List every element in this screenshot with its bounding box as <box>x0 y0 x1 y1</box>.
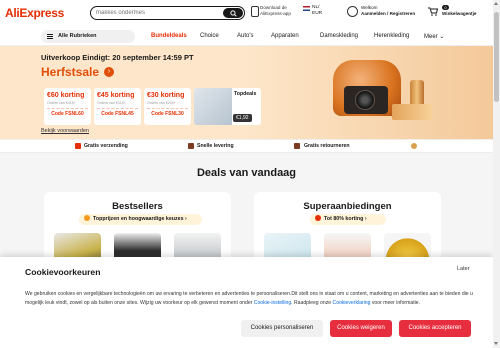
scrollbar-thumb[interactable] <box>494 12 499 102</box>
scroll-down-arrow-icon[interactable] <box>494 342 498 345</box>
cookie-text-3: . Raadpleeg onze <box>291 299 332 306</box>
download-app-link[interactable]: Download de AliExpress-app <box>260 5 291 17</box>
nav-item-bundeldeals[interactable]: Bundeldeals <box>151 33 187 39</box>
all-categories-button[interactable]: Alle Rubrieken <box>41 30 135 43</box>
coupon-card[interactable]: €45 korting Orders van €315+ Code FSNL45 <box>94 88 141 125</box>
coupon-code: Code FSNL60 <box>51 111 84 117</box>
cookies-reject-button[interactable]: Cookies weigeren <box>330 320 392 337</box>
language-currency-selector[interactable]: NL/ EUR <box>303 5 323 17</box>
return-icon <box>294 143 300 149</box>
thumbs-up-icon <box>84 215 90 221</box>
coupon-divider <box>97 108 138 109</box>
search-icon <box>229 9 237 17</box>
superdeals-pill[interactable]: Tot 80% korting › <box>310 214 386 225</box>
coupon-amount: €30 korting <box>147 92 185 99</box>
camera-lens-image <box>355 90 375 110</box>
coupon-amount: €45 korting <box>97 92 135 99</box>
lightning-icon <box>188 143 194 149</box>
nav-item-dameskleding[interactable]: Dameskleding <box>320 33 358 39</box>
cart-count-badge: 0 <box>442 5 449 10</box>
coupon-minimum: Orders van €315+ <box>97 101 126 105</box>
fast-delivery-label: Snelle levering <box>197 143 234 149</box>
bestsellers-pill[interactable]: Topprijzen en hoogwaardige keuzes › <box>79 214 202 225</box>
coupon-card[interactable]: €60 korting Orders van €415+ Code FSNL60 <box>44 88 91 125</box>
account-link[interactable]: Welkom Aanmelden / Registreren <box>361 5 415 17</box>
coupon-code: Code FSNL45 <box>101 111 134 117</box>
menu-icon <box>47 34 53 39</box>
chevron-down-icon: ⌄ <box>439 34 445 40</box>
superdeals-pill-label: Tot 80% korting <box>324 216 364 222</box>
gold-blocks-image <box>392 104 432 120</box>
chevron-right-icon: › <box>185 216 187 222</box>
arrow-right-icon[interactable]: › <box>104 67 114 77</box>
superdeals-title: Superaanbiedingen <box>303 201 392 212</box>
cookie-banner-title: Cookievoorkeuren <box>25 267 101 277</box>
benefits-strip <box>0 139 493 153</box>
nav-item-autos[interactable]: Auto's <box>237 33 254 39</box>
truck-icon <box>75 143 81 149</box>
cookie-text-4: voor meer informatie. <box>371 299 420 306</box>
search-input[interactable] <box>96 8 216 18</box>
search-bar <box>90 6 245 20</box>
phone-icon <box>251 6 259 17</box>
coupon-divider <box>147 108 188 109</box>
sale-end-title: Uitverkoop Eindigt: 20 september 14:59 P… <box>41 53 194 62</box>
cart-icon[interactable] <box>428 7 438 16</box>
nav-item-herenkleding[interactable]: Herenkleding <box>374 33 409 39</box>
topdeals-card[interactable]: Topdeals €1,92 <box>194 88 261 125</box>
coupon-amount: €60 korting <box>47 92 85 99</box>
cookie-text-1: We gebruiken cookies en vergelijkbare te… <box>25 291 399 297</box>
view-terms-link[interactable]: Bekijk voorwaarden <box>41 128 89 134</box>
percent-icon <box>315 215 321 221</box>
cookie-policy-link[interactable]: Cookieverklaring <box>333 300 371 306</box>
coupon-code: Code FSNL30 <box>151 111 184 117</box>
topdeals-product-image <box>194 88 232 125</box>
more-label: Meer <box>424 34 438 40</box>
nav-item-choice[interactable]: Choice <box>200 33 219 39</box>
coin-icon <box>411 143 417 149</box>
scroll-up-arrow-icon[interactable] <box>494 2 498 5</box>
user-icon <box>347 6 358 17</box>
cart-label[interactable]: Winkelwagentje <box>442 11 476 16</box>
bestsellers-pill-label: Topprijzen en hoogwaardige keuzes <box>93 216 184 222</box>
download-line-2: AliExpress-app <box>260 11 291 16</box>
cookie-settings-link[interactable]: Cookie-instelling <box>254 300 291 306</box>
nav-item-apparaten[interactable]: Apparaten <box>271 33 299 39</box>
coupon-card[interactable]: €30 korting Orders van €209+ Code FSNL30 <box>144 88 191 125</box>
coupon-divider <box>47 108 88 109</box>
top-header <box>0 0 493 27</box>
bestsellers-title: Bestsellers <box>112 201 163 212</box>
coupon-minimum: Orders van €415+ <box>47 101 76 105</box>
free-returns-label: Gratis retourneren <box>304 143 350 149</box>
search-button[interactable] <box>223 8 243 18</box>
coupon-minimum: Orders van €209+ <box>147 101 176 105</box>
cookies-accept-button[interactable]: Cookies accepteren <box>399 320 471 337</box>
herfstsale-title[interactable]: Herfstsale <box>41 65 99 79</box>
signin-register-text: Aanmelden / Registreren <box>361 11 416 16</box>
free-shipping-label: Gratis verzending <box>84 143 128 149</box>
nav-item-meer[interactable]: Meer ⌄ <box>424 33 444 40</box>
currency-label: EUR <box>312 11 323 16</box>
aliexpress-logo[interactable]: AliExpress <box>5 6 64 20</box>
cookie-description: We gebruiken cookies en vergelijkbare te… <box>25 290 480 307</box>
topdeals-price: €1,92 <box>233 114 252 122</box>
flag-icon <box>303 6 310 11</box>
deals-section-title: Deals van vandaag <box>196 167 297 179</box>
cookie-later-link[interactable]: Later <box>457 266 470 272</box>
chevron-right-icon: › <box>364 216 367 222</box>
topdeals-label: Topdeals <box>234 91 257 97</box>
cookies-personalize-button[interactable]: Cookies personaliseren <box>241 320 323 337</box>
